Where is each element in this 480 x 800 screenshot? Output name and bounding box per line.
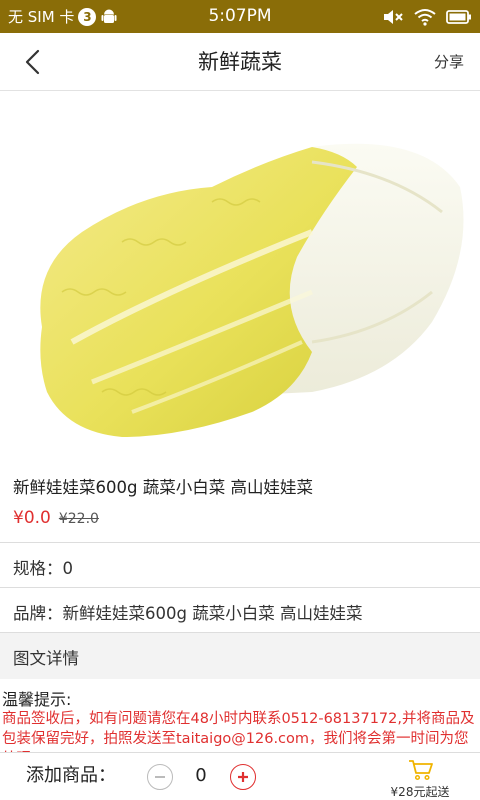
details-label: 图文详情 <box>13 649 79 668</box>
add-product-label: 添加商品： <box>26 765 116 786</box>
cart-button[interactable]: ¥28元起送 <box>380 753 460 800</box>
status-right <box>382 0 472 33</box>
nav-bar: 新鲜蔬菜 分享 <box>0 33 480 91</box>
mute-icon <box>384 9 403 24</box>
wifi-icon <box>414 8 436 26</box>
product-image <box>12 92 468 462</box>
product-name: 新鲜娃娃菜600g 蔬菜小白菜 高山娃娃菜 <box>13 478 313 497</box>
brand-label: 品牌：新鲜娃娃菜600g 蔬菜小白菜 高山娃娃菜 <box>13 604 363 623</box>
cart-icon <box>409 760 433 781</box>
bottom-bar: 添加商品： 0 ¥28元起送 <box>0 752 480 800</box>
decrease-button[interactable] <box>147 764 173 790</box>
divider <box>0 587 480 588</box>
minus-icon <box>155 776 165 778</box>
min-order-label: ¥28元起送 <box>390 785 450 799</box>
plus-icon <box>238 772 248 782</box>
share-button[interactable]: 分享 <box>434 33 464 91</box>
page-title: 新鲜蔬菜 <box>198 50 282 74</box>
increase-button[interactable] <box>230 764 256 790</box>
notice-text: 商品签收后，如有问题请您在48小时内联系0512-68137172,并将商品及包… <box>2 711 475 753</box>
notice-title: 温馨提示: <box>2 690 72 709</box>
original-price: ¥22.0 <box>58 511 99 527</box>
divider <box>0 542 480 543</box>
price-row: ¥0.0 ¥22.0 <box>13 508 99 528</box>
details-row[interactable]: 图文详情 <box>0 633 480 679</box>
status-bar: 无 SIM 卡 3 5:07PM <box>0 0 480 33</box>
battery-icon <box>446 9 471 24</box>
spec-label: 规格：0 <box>13 559 73 578</box>
current-price: ¥0.0 <box>13 508 51 528</box>
quantity-value: 0 <box>195 765 207 786</box>
